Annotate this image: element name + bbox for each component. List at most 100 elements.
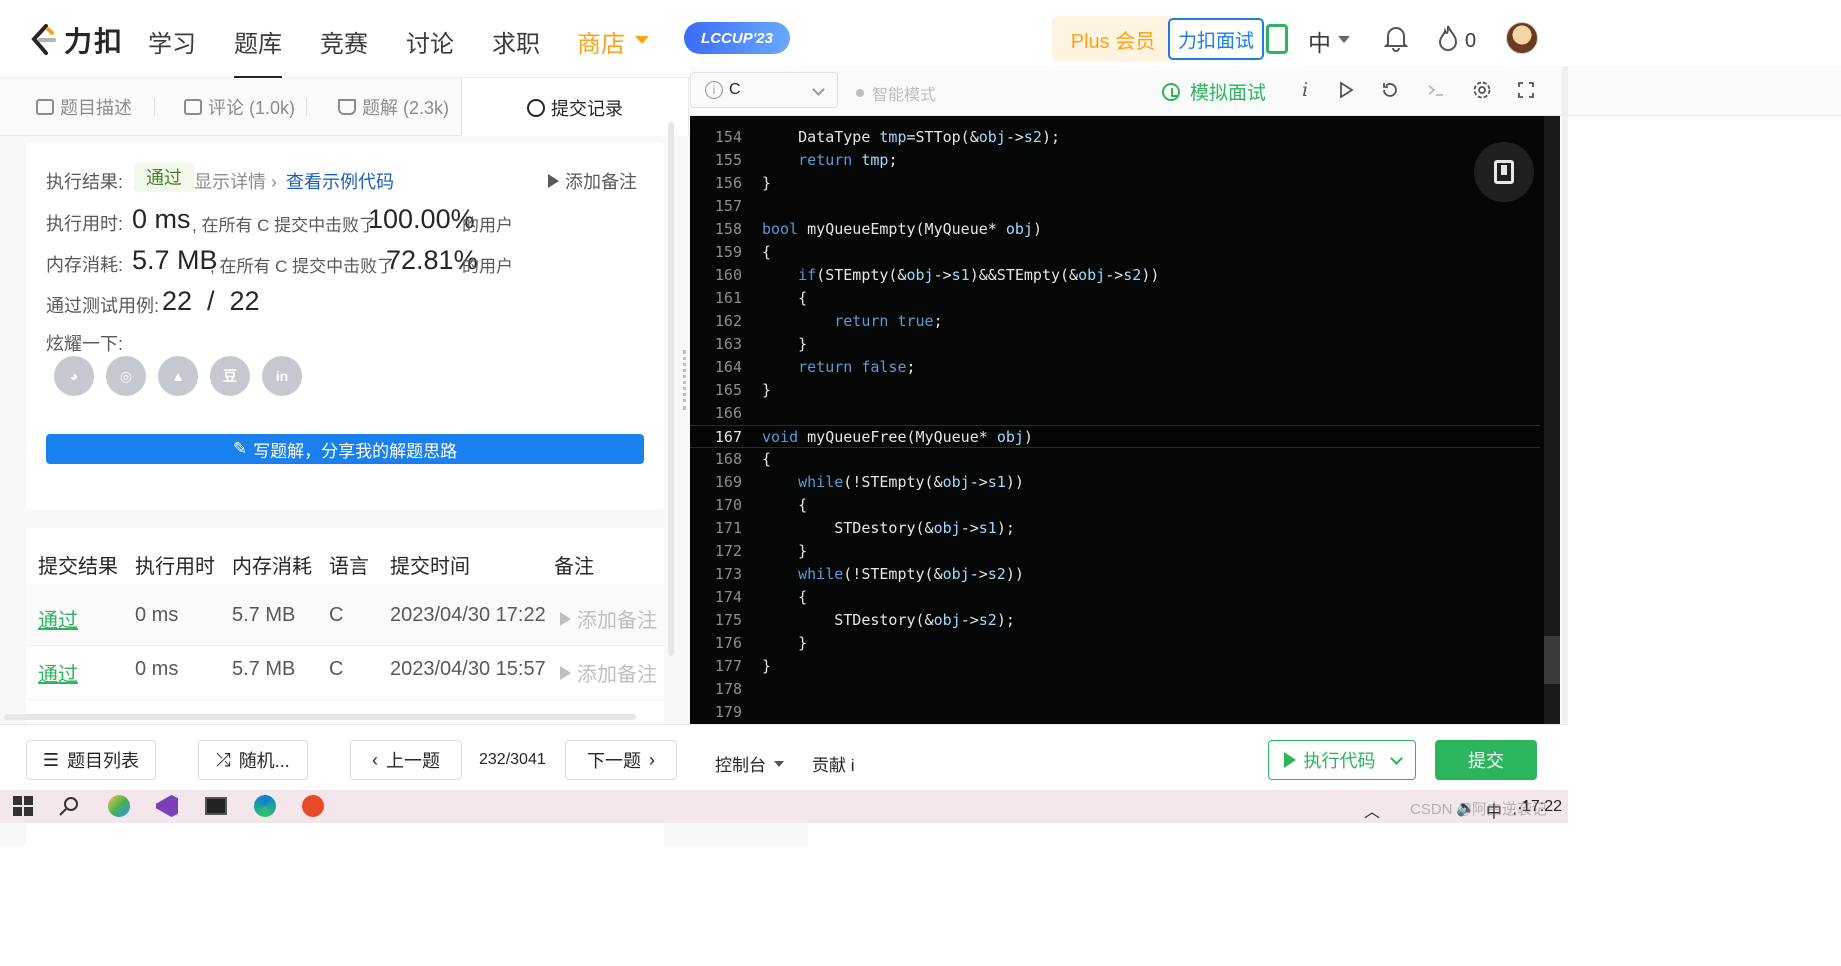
row-add-note[interactable]: 添加备注: [560, 604, 657, 633]
tab-solutions[interactable]: 题解 (2.3k): [338, 78, 449, 136]
tab-description[interactable]: 题目描述: [36, 78, 132, 136]
code-line[interactable]: 164 return false;: [690, 356, 1540, 379]
app-icon[interactable]: [302, 795, 324, 817]
lccup-badge[interactable]: LCCUP'23: [684, 22, 790, 54]
language-caret-icon[interactable]: [1338, 36, 1350, 43]
notes-button[interactable]: [1474, 142, 1534, 202]
paint-app-icon[interactable]: [108, 795, 130, 817]
code-line[interactable]: 157: [690, 195, 1540, 218]
nav-problemset[interactable]: 题库: [234, 24, 282, 79]
code-line[interactable]: 176 }: [690, 632, 1540, 655]
run-code-button[interactable]: 执行代码: [1268, 740, 1416, 780]
weibo-icon[interactable]: ◎: [106, 356, 146, 396]
code-line[interactable]: 161 {: [690, 287, 1540, 310]
linkedin-icon[interactable]: in: [262, 356, 302, 396]
line-number: 174: [714, 588, 742, 606]
windows-start-icon[interactable]: [12, 795, 34, 817]
sample-code-link[interactable]: 查看示例代码: [286, 168, 394, 194]
code-text: bool myQueueEmpty(MyQueue* obj): [762, 220, 1042, 238]
plus-member-button[interactable]: Plus 会员: [1052, 16, 1174, 62]
visual-studio-icon[interactable]: [156, 795, 178, 817]
row-status[interactable]: 通过: [38, 604, 78, 633]
console-toggle[interactable]: 控制台: [715, 751, 784, 776]
code-line[interactable]: 156}: [690, 172, 1540, 195]
code-line[interactable]: 168 {: [690, 448, 1540, 471]
tab-comments[interactable]: 评论 (1.0k): [184, 78, 295, 136]
reset-icon[interactable]: [1380, 80, 1400, 100]
search-icon[interactable]: [58, 795, 80, 817]
code-line[interactable]: 171 STDestory(&obj->s1);: [690, 517, 1540, 540]
code-line[interactable]: 154 DataType tmp=STTop(&obj->s2);: [690, 126, 1540, 149]
store-caret-icon[interactable]: [635, 36, 649, 44]
flame-icon[interactable]: [1438, 24, 1458, 52]
nav-discuss[interactable]: 讨论: [406, 24, 454, 59]
bell-icon[interactable]: [1384, 24, 1408, 52]
code-editor[interactable]: 154 DataType tmp=STTop(&obj->s2); 155 ret…: [690, 116, 1560, 724]
write-solution-button[interactable]: ✎ 写题解，分享我的解题思路: [46, 434, 644, 464]
mobile-app-icon[interactable]: [1266, 24, 1288, 54]
code-line[interactable]: 160 if(STEmpty(&obj->s1)&&STEmpty(&obj->…: [690, 264, 1540, 287]
problem-list-button[interactable]: ☰ 题目列表: [26, 740, 156, 780]
nav-learn[interactable]: 学习: [148, 24, 196, 59]
tab-submissions[interactable]: 提交记录: [461, 78, 689, 137]
add-note-button[interactable]: 添加备注: [548, 168, 637, 194]
random-problem-button[interactable]: ⤮ 随机...: [198, 740, 308, 780]
code-line[interactable]: 163 }: [690, 333, 1540, 356]
terminal-icon[interactable]: [1426, 80, 1446, 100]
code-line[interactable]: 155 return tmp;: [690, 149, 1540, 172]
code-line[interactable]: 170 {: [690, 494, 1540, 517]
fullscreen-icon[interactable]: [1516, 80, 1536, 100]
code-line[interactable]: 172 }: [690, 540, 1540, 563]
code-line[interactable]: 174 {: [690, 586, 1540, 609]
code-line[interactable]: 175 STDestory(&obj->s2);: [690, 609, 1540, 632]
nav-contest[interactable]: 竞赛: [320, 24, 368, 59]
smart-mode-toggle[interactable]: 智能模式: [856, 81, 936, 105]
code-line[interactable]: 167 void myQueueFree(MyQueue* obj): [690, 425, 1540, 448]
nav-store[interactable]: 商店: [577, 24, 625, 59]
contribute-link[interactable]: 贡献 i: [812, 751, 855, 776]
next-problem-button[interactable]: 下一题 ›: [565, 740, 677, 780]
code-line[interactable]: 162 return true;: [690, 310, 1540, 333]
code-line[interactable]: 166: [690, 402, 1540, 425]
left-horizontal-scrollbar[interactable]: [4, 714, 636, 720]
left-vertical-scrollbar[interactable]: [668, 122, 674, 656]
submit-button[interactable]: 提交: [1435, 740, 1537, 780]
code-line[interactable]: 178: [690, 678, 1540, 701]
settings-icon[interactable]: [1472, 80, 1492, 100]
editor-scrollbar[interactable]: [1544, 116, 1560, 724]
table-row[interactable]: 通过 0 ms 5.7 MB C 2023/04/30 17:22 添加备注: [26, 584, 664, 646]
row-status[interactable]: 通过: [38, 658, 78, 687]
mock-interview-button[interactable]: 模拟面试: [1162, 78, 1266, 105]
editor-toolbar: i C 智能模式 模拟面试 i: [690, 66, 1841, 116]
editor-scrollbar-thumb[interactable]: [1544, 636, 1560, 684]
edge-browser-icon[interactable]: [254, 795, 276, 817]
language-switch[interactable]: 中: [1308, 24, 1331, 58]
table-row[interactable]: 通过 0 ms 5.7 MB C 2023/04/30 15:57 添加备注: [26, 638, 664, 700]
row-add-note[interactable]: 添加备注: [560, 658, 657, 687]
language-select[interactable]: i C: [690, 72, 838, 108]
nav-jobs[interactable]: 求职: [492, 24, 540, 59]
code-line[interactable]: 177}: [690, 655, 1540, 678]
terminal-app-icon[interactable]: [205, 797, 227, 815]
interview-button[interactable]: 力扣面试: [1168, 18, 1264, 60]
play-outline-icon[interactable]: [1336, 80, 1356, 100]
status-badge: 通过: [134, 162, 194, 192]
user-avatar[interactable]: [1506, 22, 1538, 54]
qq-icon[interactable]: ▲: [158, 356, 198, 396]
code-line[interactable]: 173 while(!STEmpty(&obj->s2)): [690, 563, 1540, 586]
code-line[interactable]: 158 bool myQueueEmpty(MyQueue* obj): [690, 218, 1540, 241]
prev-problem-button[interactable]: ‹ 上一题: [350, 740, 462, 780]
code-line[interactable]: 169 while(!STEmpty(&obj->s1)): [690, 471, 1540, 494]
code-line[interactable]: 159 {: [690, 241, 1540, 264]
leetcode-logo[interactable]: 力扣: [28, 20, 124, 60]
panel-splitter[interactable]: [683, 350, 687, 410]
code-line[interactable]: 165}: [690, 379, 1540, 402]
show-details-link[interactable]: 显示详情 ›: [194, 168, 277, 194]
douban-icon[interactable]: 豆: [210, 356, 250, 396]
leetcode-logo-icon: [31, 24, 56, 55]
tray-chevron-up-icon[interactable]: ︿: [1364, 798, 1380, 822]
info-italic-icon[interactable]: i: [1294, 79, 1316, 101]
page-scrollbar[interactable]: [1562, 66, 1568, 724]
code-line[interactable]: 179: [690, 701, 1540, 724]
wechat-icon[interactable]: ◕: [54, 356, 94, 396]
